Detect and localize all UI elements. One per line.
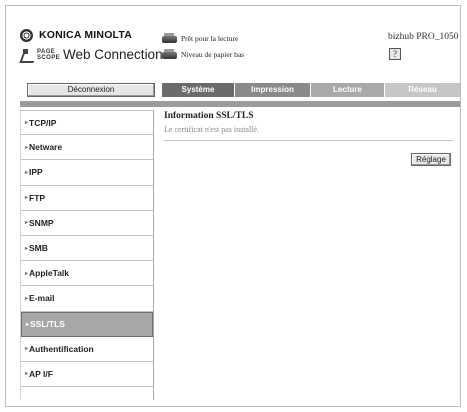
sidebar-item-ssl-tls[interactable]: ▸ SSL/TLS: [21, 311, 153, 337]
triangle-right-icon: ▸: [25, 169, 29, 176]
sidebar-item-label: AP I/F: [29, 368, 53, 379]
triangle-right-icon: ▸: [25, 195, 29, 202]
sidebar-item-appletalk[interactable]: ▸ AppleTalk: [21, 261, 153, 287]
device-model: bizhub PRO_1050: [388, 32, 459, 42]
tab-systeme[interactable]: Système: [162, 83, 234, 97]
sidebar-item-ipp[interactable]: ▸ IPP: [21, 160, 153, 186]
brand-logo-area: KONICA MINOLTA PAGE SCOPE Web Connection: [20, 28, 163, 62]
status-paper-label: Niveau de papier bas: [181, 50, 245, 59]
sidebar: ▸ TCP/IP ▸ Netware ▸ IPP ▸ FTP ▸ SNMP ▸ SMB ▸ A…: [20, 110, 154, 400]
sidebar-item-label: Netware: [29, 142, 63, 153]
sidebar-item-email[interactable]: ▸ E-mail: [21, 286, 153, 312]
triangle-right-icon: ▸: [25, 144, 29, 151]
printer-ready-icon: [161, 33, 178, 44]
web-connection-title: Web Connection: [63, 47, 163, 62]
settings-button[interactable]: Réglage: [411, 153, 451, 166]
tab-reseau[interactable]: Réseau: [385, 83, 460, 97]
header-divider: [20, 101, 460, 107]
triangle-right-icon: ▸: [25, 346, 29, 353]
tab-impression[interactable]: Impression: [235, 83, 310, 97]
sidebar-item-ap-if[interactable]: ▸ AP I/F: [21, 361, 153, 388]
triangle-right-icon: ▸: [25, 245, 29, 252]
sidebar-item-label: AppleTalk: [29, 268, 70, 279]
main-content: Information SSL/TLS Le certificat n'est …: [164, 111, 458, 166]
sidebar-item-label: SSL/TLS: [30, 319, 65, 330]
sidebar-item-label: Authentification: [29, 343, 94, 354]
sidebar-item-snmp[interactable]: ▸ SNMP: [21, 210, 153, 236]
status-ready: Prêt pour la lecture: [161, 32, 244, 45]
tab-lecture[interactable]: Lecture: [311, 83, 384, 97]
status-ready-label: Prêt pour la lecture: [181, 34, 239, 43]
paper-tray-icon: [161, 49, 178, 60]
pagescope-logo: PAGE SCOPE Web Connection: [20, 47, 163, 62]
triangle-right-icon: ▸: [25, 371, 29, 378]
triangle-right-icon: ▸: [25, 270, 29, 277]
konica-minolta-globe-icon: [20, 28, 33, 42]
sidebar-item-tcp-ip[interactable]: ▸ TCP/IP: [21, 110, 153, 136]
device-status: Prêt pour la lecture Niveau de papier ba…: [161, 32, 244, 64]
sidebar-item-label: SNMP: [29, 217, 54, 228]
pagescope-icon: [20, 48, 34, 62]
sidebar-item-authentification[interactable]: ▸ Authentification: [21, 336, 153, 362]
konica-minolta-logo: KONICA MINOLTA: [20, 28, 163, 42]
sidebar-item-label: E-mail: [29, 293, 55, 304]
brand-name: KONICA MINOLTA: [39, 29, 133, 41]
main-tabs: Système Impression Lecture Réseau: [162, 83, 460, 97]
sidebar-item-label: TCP/IP: [29, 117, 57, 128]
sidebar-item-smb[interactable]: ▸ SMB: [21, 235, 153, 262]
sidebar-item-label: IPP: [29, 167, 43, 178]
sidebar-item-ftp[interactable]: ▸ FTP: [21, 185, 153, 211]
sidebar-item-netware[interactable]: ▸ Netware: [21, 135, 153, 161]
logout-button[interactable]: Déconnexion: [27, 83, 155, 97]
browser-frame: KONICA MINOLTA PAGE SCOPE Web Connection…: [5, 5, 461, 407]
triangle-right-icon: ▸: [25, 220, 29, 227]
triangle-right-icon: ▸: [25, 120, 29, 127]
certificate-status-message: Le certificat n'est pas installé.: [164, 125, 259, 134]
sidebar-item-label: FTP: [29, 192, 46, 203]
content-divider: [164, 140, 454, 141]
triangle-right-icon: ▸: [25, 295, 29, 302]
sidebar-item-label: SMB: [29, 243, 48, 254]
triangle-right-icon: ▸: [26, 321, 30, 328]
help-button[interactable]: ?: [389, 48, 401, 60]
page-title: Information SSL/TLS: [164, 111, 254, 121]
status-paper: Niveau de papier bas: [161, 48, 244, 61]
pagescope-line2: SCOPE: [37, 54, 61, 61]
